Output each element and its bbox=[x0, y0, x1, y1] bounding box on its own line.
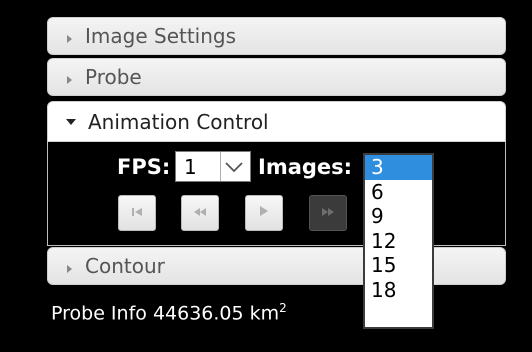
images-option[interactable]: 15 bbox=[365, 253, 432, 278]
images-option[interactable]: 18 bbox=[365, 278, 432, 303]
images-option[interactable]: 6 bbox=[365, 180, 432, 205]
skip-to-start-button[interactable] bbox=[118, 195, 156, 231]
panel-probe-label: Probe bbox=[85, 65, 142, 89]
chevron-down-icon bbox=[220, 152, 247, 181]
probe-info-label: Probe Info bbox=[51, 302, 147, 325]
images-option[interactable]: 12 bbox=[365, 229, 432, 254]
panel-animation-control[interactable]: Animation Control bbox=[47, 101, 506, 142]
images-option[interactable]: 9 bbox=[365, 204, 432, 229]
play-button[interactable] bbox=[245, 195, 283, 231]
fast-forward-icon bbox=[321, 206, 335, 221]
panel-animation-control-label: Animation Control bbox=[88, 109, 269, 134]
rewind-button[interactable] bbox=[181, 195, 219, 231]
panel-image-settings[interactable]: Image Settings bbox=[47, 17, 506, 55]
fast-forward-button[interactable] bbox=[309, 195, 347, 231]
probe-info-unit: km bbox=[249, 302, 280, 325]
fps-label: FPS: bbox=[117, 155, 171, 179]
panel-probe[interactable]: Probe bbox=[47, 58, 506, 96]
panel-image-settings-label: Image Settings bbox=[85, 24, 237, 48]
probe-info-value: 44636.05 bbox=[152, 302, 244, 325]
fps-value: 1 bbox=[184, 154, 197, 179]
play-icon bbox=[259, 205, 269, 221]
fps-select[interactable]: 1 bbox=[175, 151, 251, 182]
images-label: Images: bbox=[258, 155, 353, 179]
probe-info: Probe Info 44636.05 km2 bbox=[51, 301, 287, 324]
triangle-right-icon bbox=[67, 35, 72, 43]
panel-contour-label: Contour bbox=[85, 254, 165, 278]
images-options-list[interactable]: 3 6 9 12 15 18 bbox=[363, 153, 434, 329]
triangle-down-icon bbox=[66, 118, 76, 125]
triangle-right-icon bbox=[67, 265, 72, 273]
triangle-right-icon bbox=[67, 76, 72, 84]
skip-to-start-icon bbox=[131, 206, 143, 221]
rewind-icon bbox=[193, 206, 207, 221]
panel-contour[interactable]: Contour bbox=[47, 247, 506, 285]
images-option[interactable]: 3 bbox=[365, 155, 432, 180]
probe-info-unit-power: 2 bbox=[279, 301, 287, 315]
